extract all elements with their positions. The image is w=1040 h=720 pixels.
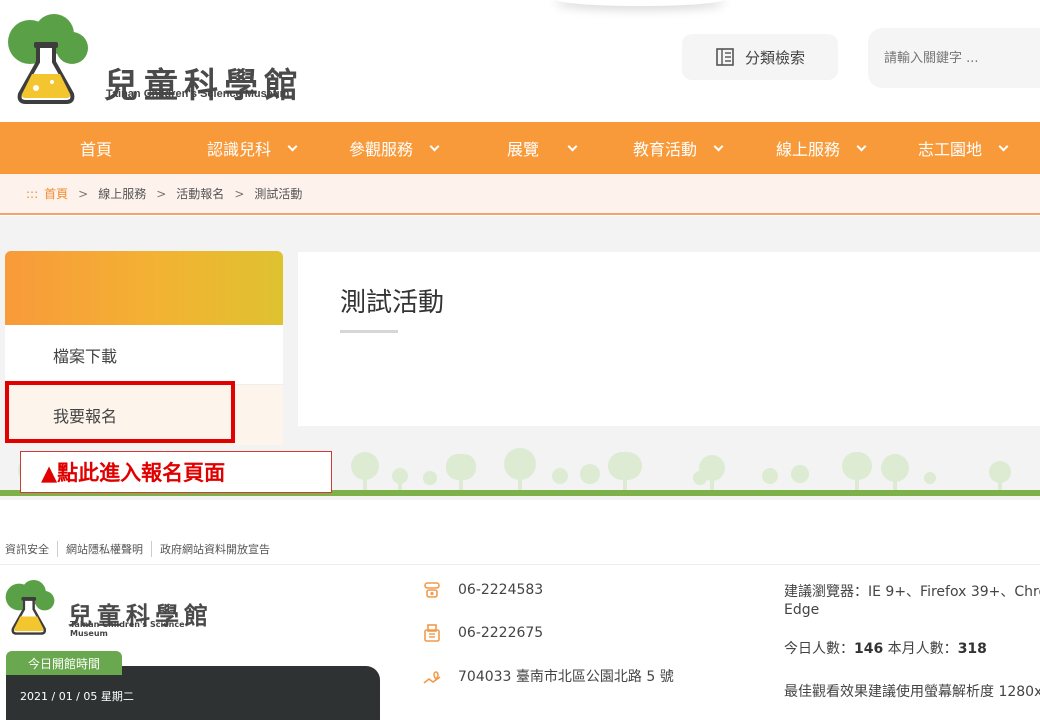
nav-item-about[interactable]: 認識兒科 xyxy=(207,122,298,174)
footer-links: 資訊安全 網站隱私權聲明 政府網站資料開放宣告 xyxy=(5,541,278,557)
breadcrumb-separator: > xyxy=(234,186,245,201)
nav-label: 志工園地 xyxy=(918,140,983,159)
nav-label: 教育活動 xyxy=(633,140,698,159)
main-nav: 首頁 認識兒科 參觀服務 展覽 教育活動 線上服務 志工園地 xyxy=(0,122,1040,174)
visitors-month-label: 本月人數： xyxy=(883,641,958,657)
breadcrumb-current: 測試活動 xyxy=(254,187,303,201)
chevron-down-icon xyxy=(287,141,298,151)
nav-label: 認識兒科 xyxy=(207,140,272,159)
hours-date: 2021 / 01 / 05 星期二 xyxy=(20,690,134,703)
category-search-button[interactable]: 分類檢索 xyxy=(682,34,838,80)
contact-phone: 06-2224583 xyxy=(422,580,543,600)
breadcrumb-link[interactable]: 活動報名 xyxy=(176,185,224,202)
search-input[interactable] xyxy=(868,28,1040,88)
highlight-box xyxy=(5,381,235,443)
footer-link-open-data[interactable]: 政府網站資料開放宣告 xyxy=(151,541,278,557)
chevron-down-icon xyxy=(713,141,724,151)
main-content-card: 測試活動 xyxy=(298,252,1040,426)
nav-item-exhibition[interactable]: 展覽 xyxy=(507,122,578,174)
phone-number: 06-2224583 xyxy=(458,582,544,598)
footer-divider xyxy=(0,564,1040,565)
browser-recommendation: 建議瀏覽器：IE 9+、Firefox 39+、Chrome xyxy=(784,584,1040,600)
contact-address: 704033 臺南市北區公園北路 5 號 xyxy=(422,666,674,686)
visitors-today-label: 今日人數： xyxy=(784,641,854,657)
top-shadow xyxy=(555,0,725,6)
visitors-month: 318 xyxy=(957,641,987,657)
title-underline xyxy=(340,330,398,333)
fax-icon xyxy=(424,624,440,642)
sidebar-item-downloads[interactable]: 檔案下載 xyxy=(5,325,283,385)
nav-item-volunteer[interactable]: 志工園地 xyxy=(918,122,1009,174)
page-title: 測試活動 xyxy=(340,288,445,318)
breadcrumb-home-link[interactable]: 首頁 xyxy=(44,185,68,202)
chevron-down-icon xyxy=(998,141,1009,151)
address-text: 704033 臺南市北區公園北路 5 號 xyxy=(458,669,674,685)
footer-logo-subtitle: Tainan Children's Science Museum xyxy=(70,620,185,638)
breadcrumb-prefix: ::: xyxy=(26,186,39,201)
site-logo[interactable]: 兒童科學館 Tainan Children's Science Museum xyxy=(2,12,322,108)
chevron-down-icon xyxy=(429,141,440,151)
category-grid-icon xyxy=(716,48,734,66)
browser-recommendation-line2: Edge xyxy=(784,602,820,618)
nav-label: 參觀服務 xyxy=(349,140,414,159)
flask-tree-logo-icon xyxy=(8,14,88,104)
chevron-down-icon xyxy=(567,141,578,151)
page: 兒童科學館 Tainan Children's Science Museum 分… xyxy=(0,0,1040,720)
site-header: 兒童科學館 Tainan Children's Science Museum 分… xyxy=(0,0,1040,122)
fax-number: 06-2222675 xyxy=(458,625,544,641)
nav-item-home[interactable]: 首頁 xyxy=(80,122,112,174)
sidebar-header xyxy=(5,251,283,325)
annotation-note: ▲點此進入報名頁面 xyxy=(20,451,332,493)
breadcrumb-separator: > xyxy=(156,186,167,201)
nav-item-online[interactable]: 線上服務 xyxy=(776,122,867,174)
logo-subtitle: Tainan Children's Science Museum xyxy=(106,88,290,100)
chevron-down-icon xyxy=(856,141,867,151)
nav-label: 首頁 xyxy=(80,140,113,159)
resolution-note: 最佳觀看效果建議使用螢幕解析度 1280x xyxy=(784,684,1040,700)
phone-icon xyxy=(424,582,440,598)
breadcrumb-separator: > xyxy=(78,186,89,201)
visitor-counter: 今日人數：146 本月人數：318 xyxy=(784,638,987,658)
contact-fax: 06-2222675 xyxy=(422,623,543,643)
sidebar-item-label: 檔案下載 xyxy=(53,346,118,366)
breadcrumb: ::: 首頁 > 線上服務 > 活動報名 > 測試活動 xyxy=(0,174,1040,215)
breadcrumb-link[interactable]: 線上服務 xyxy=(98,185,146,202)
footer-link-security[interactable]: 資訊安全 xyxy=(5,541,57,557)
nav-item-education[interactable]: 教育活動 xyxy=(633,122,724,174)
footer-link-privacy[interactable]: 網站隱私權聲明 xyxy=(57,541,151,557)
opening-hours-tag: 今日開館時間 xyxy=(6,651,122,675)
nav-item-visit[interactable]: 參觀服務 xyxy=(349,122,440,174)
visitors-today: 146 xyxy=(854,641,884,657)
flask-tree-logo-icon xyxy=(5,580,55,635)
nav-label: 展覽 xyxy=(507,140,540,159)
map-pin-icon xyxy=(423,671,441,684)
footer-logo: 兒童科學館 Tainan Children's Science Museum xyxy=(2,578,222,638)
category-search-label: 分類檢索 xyxy=(744,48,805,67)
nav-label: 線上服務 xyxy=(776,140,841,159)
